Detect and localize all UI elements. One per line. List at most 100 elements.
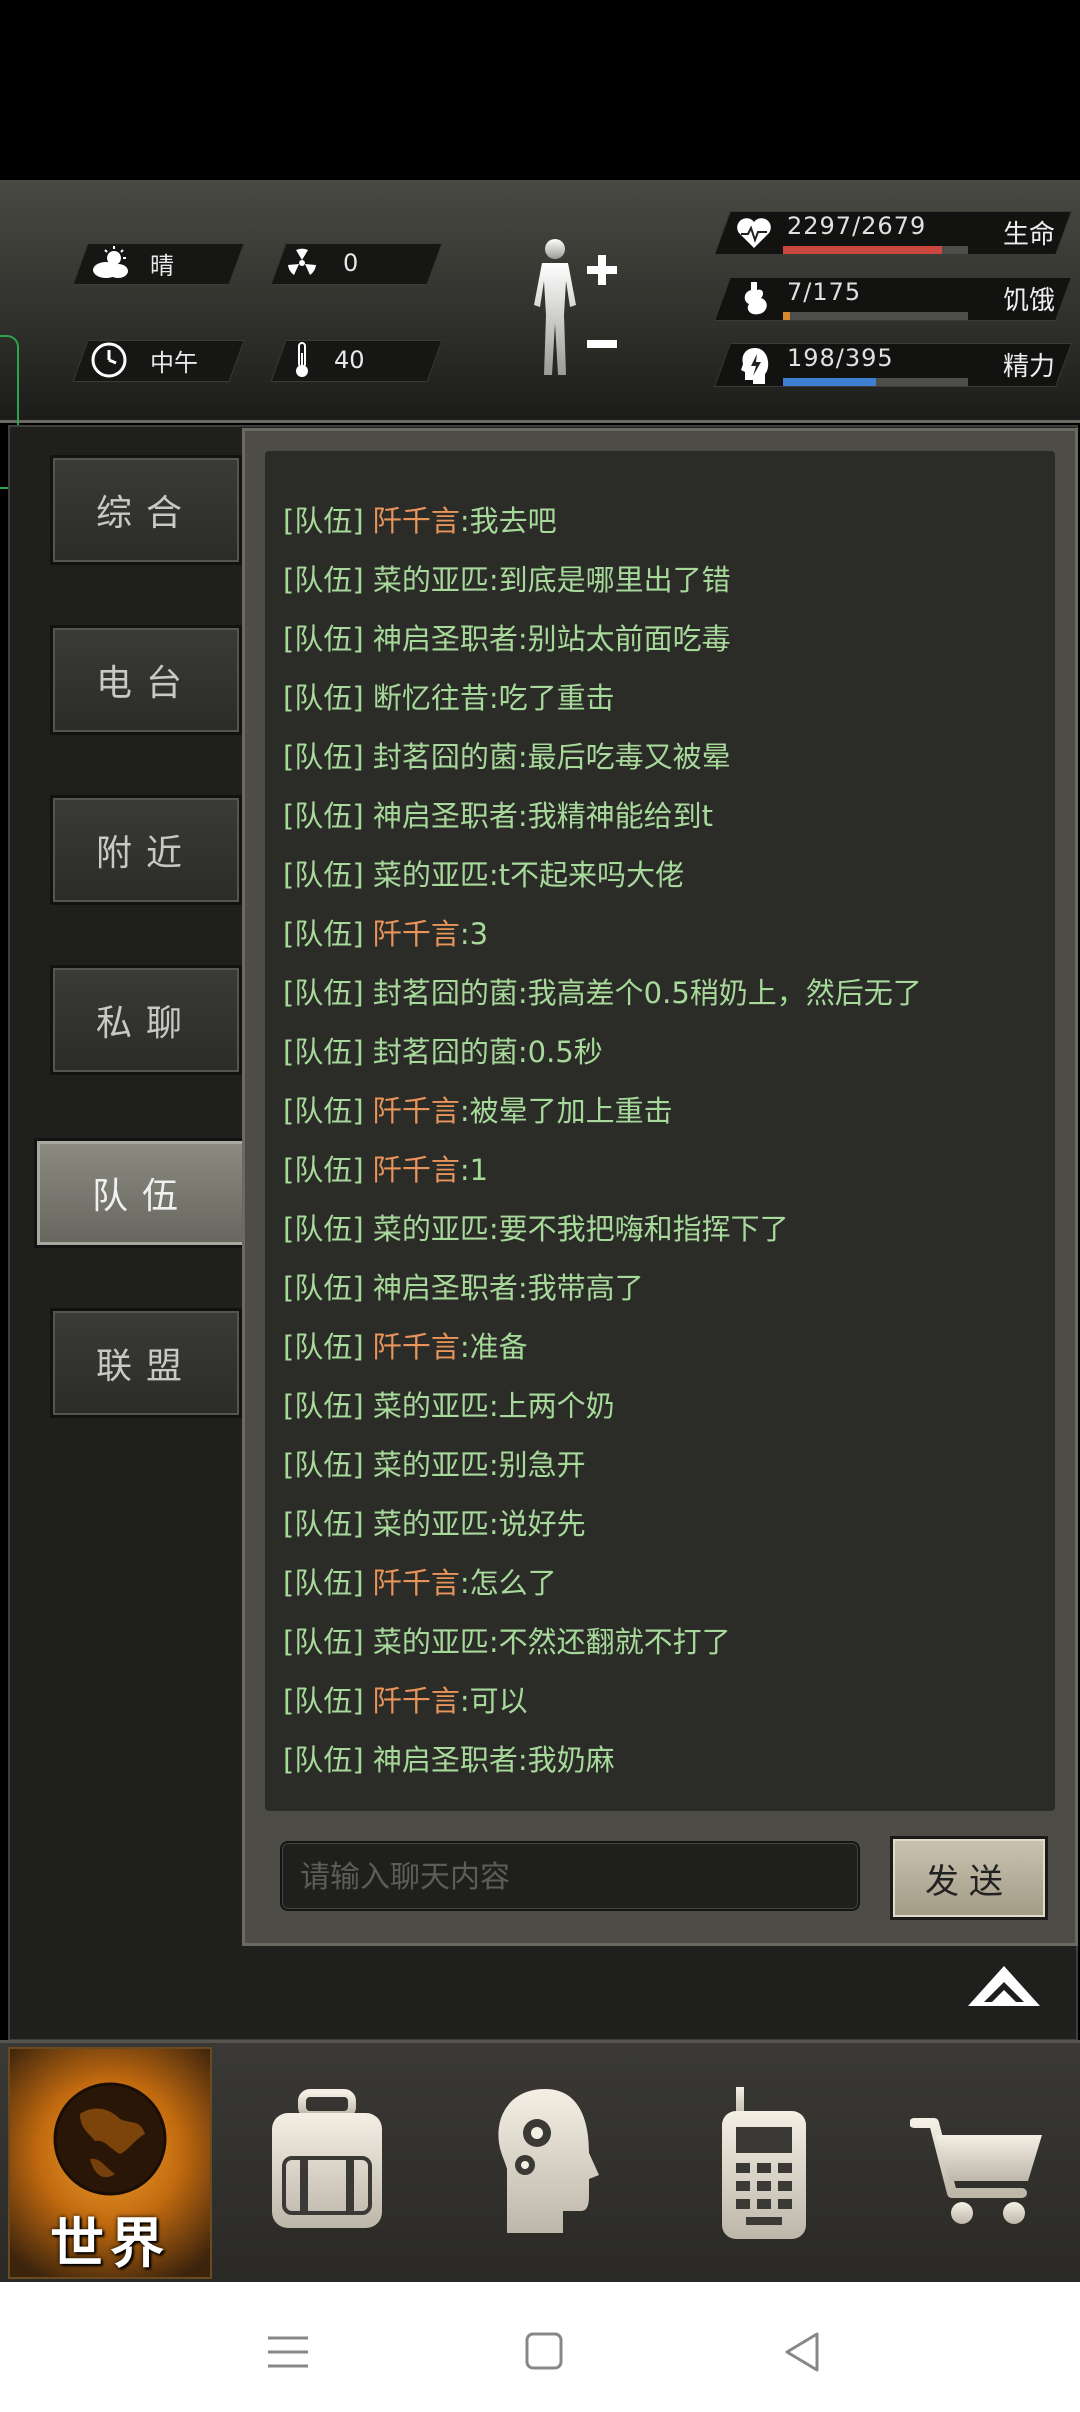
chat-sender-name[interactable]: 封茗囧的菌	[373, 1035, 518, 1069]
chat-channel-tag: [队伍]	[283, 1330, 364, 1364]
chat-message: [队伍] 封茗囧的菌:我高差个0.5稍奶上，然后无了	[283, 973, 1053, 1032]
energy-value: 198/395	[787, 344, 894, 372]
chat-message-text: :我奶麻	[517, 1743, 615, 1777]
energy-bar	[783, 378, 968, 386]
heart-pulse-icon	[737, 218, 771, 248]
chat-channel-tag: [队伍]	[283, 1389, 364, 1423]
chat-sender-name[interactable]: 阡千言	[373, 1094, 460, 1128]
send-button[interactable]: 发送	[890, 1836, 1048, 1920]
chat-sender-name[interactable]: 神启圣职者	[373, 1743, 518, 1777]
chat-sender-name[interactable]: 神启圣职者	[373, 799, 518, 833]
weather-stat: 晴	[90, 243, 174, 283]
chat-message-text: :准备	[459, 1330, 528, 1364]
radiation-value: 0	[343, 249, 359, 277]
shop-cart-icon[interactable]	[910, 2083, 1050, 2243]
chat-message: [队伍] 菜的亚匹:要不我把嗨和指挥下了	[283, 1209, 1053, 1268]
chat-message-text: :被晕了加上重击	[459, 1094, 673, 1128]
chat-message-text: :1	[459, 1153, 489, 1187]
tab-nearby[interactable]: 附近	[50, 795, 242, 905]
chat-channel-tag: [队伍]	[283, 1094, 364, 1128]
health-bar	[783, 246, 968, 254]
chat-message-text: :我去吧	[459, 504, 557, 538]
chat-channel-tag: [队伍]	[283, 1625, 364, 1659]
chat-sender-name[interactable]: 阡千言	[373, 917, 460, 951]
chat-message: [队伍] 阡千言:怎么了	[283, 1563, 1053, 1622]
radio-walkie-icon[interactable]	[698, 2083, 828, 2243]
tab-general[interactable]: 综合	[50, 455, 242, 565]
globe-icon	[53, 2082, 167, 2196]
chat-sender-name[interactable]: 菜的亚匹	[373, 1448, 489, 1482]
chat-channel-tag: [队伍]	[283, 1035, 364, 1069]
tab-private[interactable]: 私聊	[50, 965, 242, 1075]
chat-sender-name[interactable]: 阡千言	[373, 504, 460, 538]
chat-channel-tag: [队伍]	[283, 917, 364, 951]
chat-sender-name[interactable]: 菜的亚匹	[373, 858, 489, 892]
tab-alliance[interactable]: 联盟	[50, 1308, 242, 1418]
energy-row: 198/395 精力	[735, 344, 1065, 404]
chat-message-text: :别站太前面吃毒	[517, 622, 731, 656]
chat-message-text: :3	[459, 917, 489, 951]
chat-channel-tag: [队伍]	[283, 858, 364, 892]
temperature-value: 40	[334, 346, 365, 374]
chat-sender-name[interactable]: 神启圣职者	[373, 1271, 518, 1305]
chat-sender-name[interactable]: 神启圣职者	[373, 622, 518, 656]
chat-sender-name[interactable]: 菜的亚匹	[373, 1212, 489, 1246]
radiation-icon	[288, 248, 316, 275]
body-figure-icon[interactable]	[520, 235, 630, 385]
collapse-up-icon[interactable]	[964, 1962, 1044, 2012]
chat-message: [队伍] 神启圣职者:我带高了	[283, 1268, 1053, 1327]
chat-message-text: :不然还翻就不打了	[488, 1625, 731, 1659]
chat-sender-name[interactable]: 菜的亚匹	[373, 1507, 489, 1541]
chat-message: [队伍] 阡千言:准备	[283, 1327, 1053, 1386]
chat-sender-name[interactable]: 阡千言	[373, 1330, 460, 1364]
chat-message: [队伍] 菜的亚匹:别急开	[283, 1445, 1053, 1504]
chat-channel-tag: [队伍]	[283, 976, 364, 1010]
home-square-icon[interactable]	[514, 2322, 574, 2382]
top-blank-area	[0, 0, 1080, 180]
chat-sender-name[interactable]: 封茗囧的菌	[373, 740, 518, 774]
chat-sender-name[interactable]: 阡千言	[373, 1153, 460, 1187]
health-row: 2297/2679 生命	[735, 212, 1065, 272]
energy-label: 精力	[1002, 352, 1055, 382]
chat-sender-name[interactable]: 菜的亚匹	[373, 1389, 489, 1423]
nav-world-label: 世界	[50, 2212, 170, 2275]
chat-channel-tag: [队伍]	[283, 1153, 364, 1187]
chat-input[interactable]: 请输入聊天内容	[280, 1841, 860, 1911]
chat-message: [队伍] 断忆往昔:吃了重击	[283, 678, 1053, 737]
chat-message-list: [队伍] 阡千言:我去吧 [队伍] 菜的亚匹:到底是哪里出了错 [队伍] 神启圣职者…	[283, 501, 1053, 1799]
chat-message-text: :说好先	[488, 1507, 586, 1541]
chat-channel-tag: [队伍]	[283, 622, 364, 656]
chat-message-text: :到底是哪里出了错	[488, 563, 731, 597]
skills-head-icon[interactable]	[485, 2083, 615, 2243]
backpack-icon[interactable]	[262, 2083, 392, 2243]
chat-message-text: :t不起来吗大佬	[488, 858, 685, 892]
chat-message-text: :最后吃毒又被晕	[517, 740, 731, 774]
head-bolt-icon	[741, 348, 769, 384]
hunger-value: 7/175	[787, 278, 862, 306]
chat-channel-tag: [队伍]	[283, 1507, 364, 1541]
stomach-icon	[744, 282, 767, 315]
chat-channel-tag: [队伍]	[283, 799, 364, 833]
chat-sender-name[interactable]: 阡千言	[373, 1684, 460, 1718]
weather-label: 晴	[150, 251, 174, 280]
chat-message: [队伍] 菜的亚匹:上两个奶	[283, 1386, 1053, 1445]
menu-icon[interactable]	[258, 2322, 318, 2382]
chat-message: [队伍] 阡千言:1	[283, 1150, 1053, 1209]
tab-radio[interactable]: 电台	[50, 625, 242, 735]
chat-message-text: :上两个奶	[488, 1389, 615, 1423]
chat-message: [队伍] 菜的亚匹:t不起来吗大佬	[283, 855, 1053, 914]
chat-sender-name[interactable]: 阡千言	[373, 1566, 460, 1600]
chat-message-text: :0.5秒	[517, 1035, 603, 1069]
chat-sender-name[interactable]: 菜的亚匹	[373, 1625, 489, 1659]
back-triangle-icon[interactable]	[772, 2322, 832, 2382]
chat-sender-name[interactable]: 断忆往昔	[373, 681, 489, 715]
chat-sender-name[interactable]: 封茗囧的菌	[373, 976, 518, 1010]
chat-message: [队伍] 菜的亚匹:说好先	[283, 1504, 1053, 1563]
tab-team[interactable]: 队伍	[34, 1138, 250, 1248]
thermometer-icon	[296, 342, 308, 377]
chat-message-text: :怎么了	[459, 1566, 557, 1600]
chat-sender-name[interactable]: 菜的亚匹	[373, 563, 489, 597]
chat-message-text: :要不我把嗨和指挥下了	[488, 1212, 789, 1246]
chat-log[interactable]: [队伍] 阡千言:我去吧 [队伍] 菜的亚匹:到底是哪里出了错 [队伍] 神启圣职者…	[265, 451, 1055, 1811]
nav-world-button[interactable]: 世界	[8, 2047, 212, 2279]
